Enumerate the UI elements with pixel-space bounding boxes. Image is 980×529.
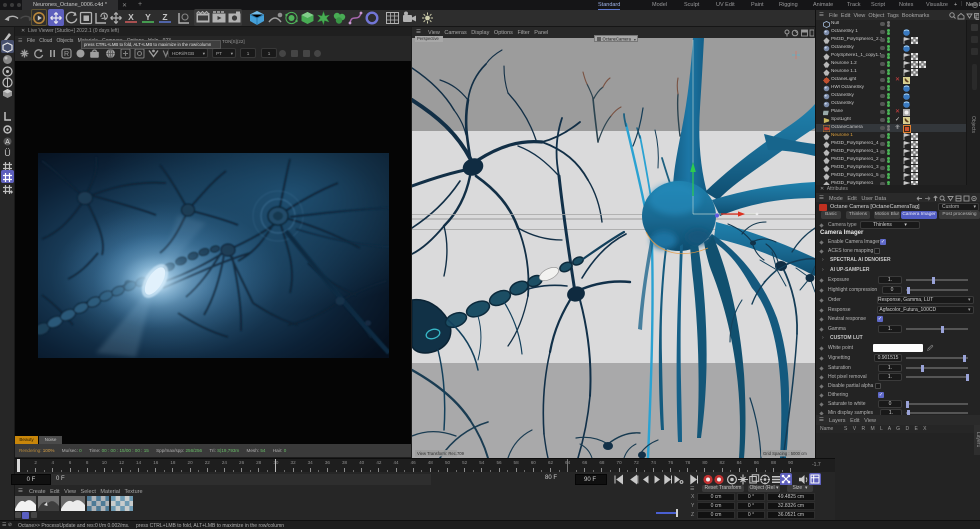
svg-text:A: A bbox=[5, 139, 10, 146]
svg-text:Grid Spacing : 5000 cm: Grid Spacing : 5000 cm bbox=[763, 451, 807, 456]
svg-text:Ü: Ü bbox=[4, 148, 11, 158]
svg-text:R: R bbox=[64, 51, 69, 58]
svg-text:View Transform: Rec.709: View Transform: Rec.709 bbox=[417, 451, 465, 456]
